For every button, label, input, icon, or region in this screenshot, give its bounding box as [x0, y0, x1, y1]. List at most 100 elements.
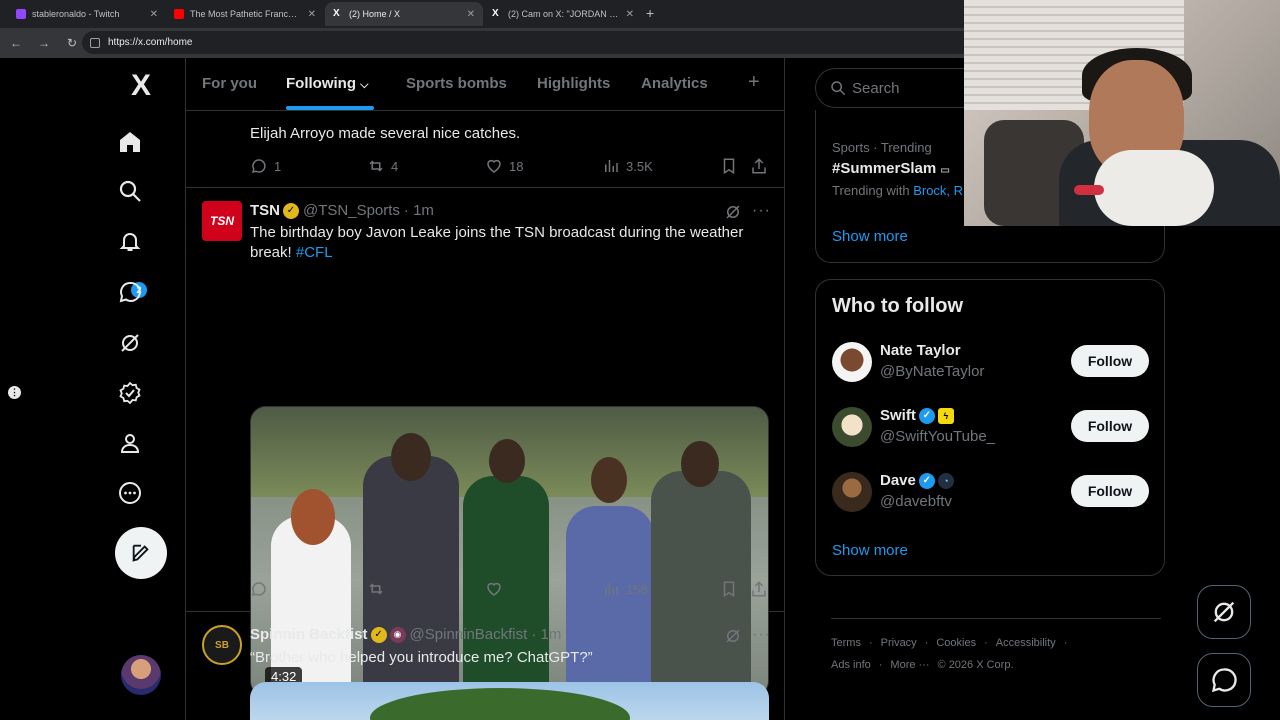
messages-float-button[interactable]: [1197, 653, 1251, 707]
home-icon[interactable]: [116, 128, 144, 156]
follow-button[interactable]: Follow: [1071, 345, 1149, 377]
suggestion-name[interactable]: Nate Taylor: [880, 342, 961, 359]
trend-with: Trending with Brock, R: [832, 183, 963, 198]
footer-separator: ·: [984, 637, 988, 649]
grok-float-button[interactable]: [1197, 585, 1251, 639]
like-button[interactable]: 18: [485, 157, 523, 175]
browser-tab-youtube[interactable]: The Most Pathetic Franchise in ✕: [166, 2, 324, 26]
footer-link-privacy[interactable]: Privacy: [881, 637, 917, 649]
x-logo-icon[interactable]: X: [127, 69, 155, 102]
hashtag-link[interactable]: #CFL: [296, 244, 333, 261]
footer-link-cookies[interactable]: Cookies: [936, 637, 976, 649]
tab-sports-bombs[interactable]: Sports bombs: [406, 75, 507, 92]
spinnin-backfist-avatar[interactable]: SB: [202, 625, 242, 665]
address-bar[interactable]: https://x.com/home: [82, 31, 982, 54]
suggestion-name[interactable]: Swift ✓ ϟ: [880, 407, 954, 424]
browser-tab-label: The Most Pathetic Franchise in: [190, 9, 302, 19]
close-tab-icon[interactable]: ✕: [467, 9, 475, 20]
author-handle[interactable]: @SpinninBackfist: [410, 626, 528, 643]
views-button[interactable]: 3.5K: [602, 157, 653, 175]
post-more-icon[interactable]: ···: [752, 626, 771, 644]
site-info-icon[interactable]: [90, 37, 100, 48]
trend-category: Sports · Trending: [832, 140, 932, 155]
author-name[interactable]: TSN: [250, 202, 280, 219]
share-button[interactable]: [750, 580, 774, 598]
video-person-head: [391, 433, 431, 481]
trend-with-link[interactable]: Brock, R: [913, 183, 963, 198]
tab-for-you[interactable]: For you: [202, 75, 257, 92]
close-tab-icon[interactable]: ✕: [150, 9, 158, 20]
tab-highlights[interactable]: Highlights: [537, 75, 610, 92]
messages-chat-icon[interactable]: [116, 278, 144, 306]
twitch-favicon-icon: [16, 9, 26, 19]
nate-taylor-avatar[interactable]: [832, 342, 872, 382]
tab-analytics[interactable]: Analytics: [641, 75, 708, 92]
close-tab-icon[interactable]: ✕: [308, 9, 316, 20]
overlay-dots-icon[interactable]: ⋮: [8, 386, 21, 399]
more-options-icon[interactable]: [116, 479, 144, 507]
new-tab-button[interactable]: +: [646, 5, 654, 21]
account-avatar[interactable]: [121, 655, 161, 695]
views-button[interactable]: 158: [602, 580, 648, 598]
footer-link-terms[interactable]: Terms: [831, 637, 861, 649]
post-image[interactable]: [250, 682, 769, 720]
x-favicon-icon: X: [333, 8, 340, 19]
post-spinnin-backfist[interactable]: SB Spinnin Backfist ✓ ◉ @SpinninBackfist…: [186, 612, 784, 720]
footer-links: Terms · Privacy · Cookies · Accessibility · …: [831, 618, 1161, 681]
trend-name[interactable]: #SummerSlam ▭: [832, 160, 950, 177]
footer-link-ads-info[interactable]: Ads info: [831, 659, 871, 671]
url-text: https://x.com/home: [108, 37, 193, 48]
tsn-avatar[interactable]: TSN: [202, 201, 242, 241]
follow-button[interactable]: Follow: [1071, 475, 1149, 507]
author-name[interactable]: Spinnin Backfist: [250, 626, 368, 643]
trends-show-more-link[interactable]: Show more: [832, 228, 908, 245]
webcam-red-light: [1074, 185, 1104, 195]
forward-icon[interactable]: →: [32, 36, 56, 50]
tab-following[interactable]: Following ⌵: [286, 75, 369, 92]
grok-explain-icon[interactable]: [724, 203, 742, 221]
reload-icon[interactable]: ↻: [60, 36, 84, 50]
reply-button[interactable]: [250, 580, 274, 598]
notifications-bell-icon[interactable]: [116, 227, 144, 255]
share-icon: [752, 158, 766, 174]
follow-suggestion[interactable]: Dave ✓ ◔ @davebftv Follow: [816, 472, 1166, 532]
compose-feather-icon: [132, 544, 149, 562]
like-count: 18: [509, 158, 524, 174]
footer-link-more[interactable]: More ···: [890, 659, 929, 671]
reply-button[interactable]: 1: [250, 157, 281, 175]
browser-tab-x-home[interactable]: X (2) Home / X ✕: [325, 2, 483, 26]
verified-orgs-icon[interactable]: [116, 379, 144, 407]
follow-button[interactable]: Follow: [1071, 410, 1149, 442]
repost-button[interactable]: [367, 580, 391, 598]
follow-suggestion[interactable]: Swift ✓ ϟ @SwiftYouTube_ Follow: [816, 407, 1166, 467]
compose-post-button[interactable]: [115, 527, 167, 579]
grok-explain-icon[interactable]: [724, 627, 742, 645]
video-person-head: [489, 439, 525, 483]
share-button[interactable]: [750, 157, 774, 175]
post-more-icon[interactable]: ···: [752, 202, 771, 220]
add-tab-plus-icon[interactable]: +: [748, 71, 760, 94]
footer-link-accessibility[interactable]: Accessibility: [996, 637, 1056, 649]
swift-avatar[interactable]: [832, 407, 872, 447]
dave-avatar[interactable]: [832, 472, 872, 512]
follow-suggestion[interactable]: Nate Taylor @ByNateTaylor Follow: [816, 342, 1166, 402]
bookmark-button[interactable]: [720, 157, 744, 175]
grok-icon[interactable]: [116, 329, 144, 357]
post-tsn[interactable]: TSN TSN ✓ @TSN_Sports · 1m ··· The birth…: [186, 188, 784, 697]
bookmark-button[interactable]: [720, 580, 744, 598]
search-placeholder: Search: [852, 79, 900, 97]
profile-person-icon[interactable]: [116, 429, 144, 457]
post-elijah-arroyo[interactable]: Elijah Arroyo made several nice catches.…: [186, 111, 784, 188]
author-handle[interactable]: @TSN_Sports: [303, 202, 400, 219]
chevron-down-icon: ⌵: [360, 79, 369, 91]
suggestion-name[interactable]: Dave ✓ ◔: [880, 472, 954, 489]
follow-show-more-link[interactable]: Show more: [832, 542, 908, 559]
like-button[interactable]: [485, 580, 509, 598]
browser-tab-twitch[interactable]: stableronaldo - Twitch ✕: [8, 2, 166, 26]
grok-icon: [1213, 601, 1235, 623]
back-icon[interactable]: ←: [4, 36, 28, 50]
explore-search-icon[interactable]: [116, 177, 144, 205]
repost-button[interactable]: 4: [367, 157, 398, 175]
close-tab-icon[interactable]: ✕: [626, 9, 634, 20]
browser-tab-x-cam[interactable]: X (2) Cam on X: "JORDAN LOVE V ✕: [484, 2, 642, 26]
